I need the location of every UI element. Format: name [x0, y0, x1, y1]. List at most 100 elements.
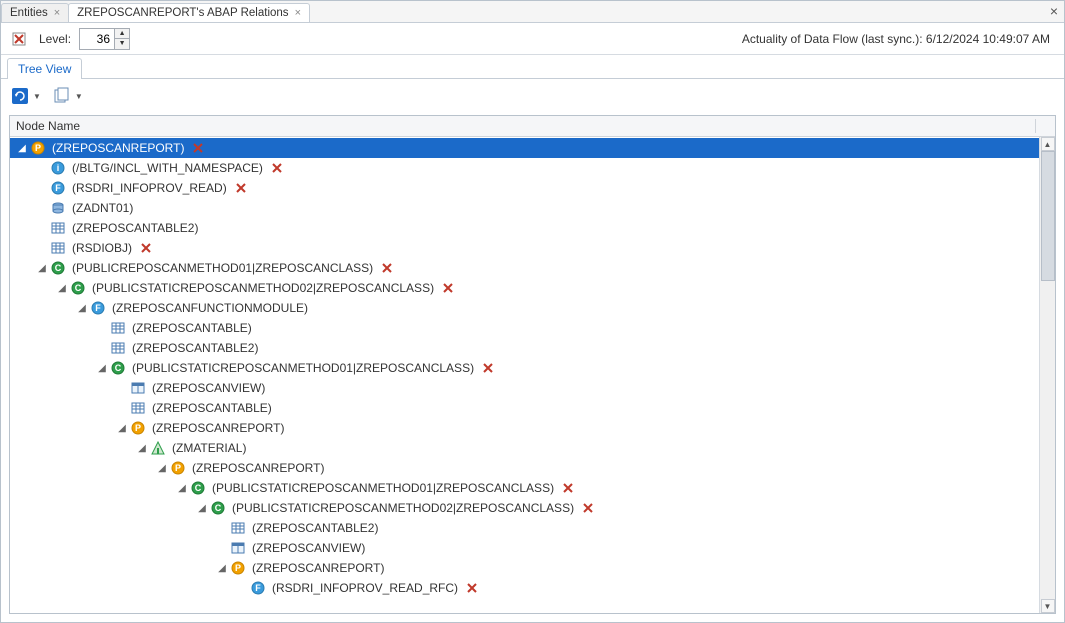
spinner-up-icon[interactable]: ▲ [115, 29, 129, 39]
svg-text:F: F [55, 183, 61, 193]
tree-body[interactable]: ◢ P (ZREPOSCANREPORT) i (/BLTG/INCL_WITH_NAM… [10, 137, 1039, 613]
tree-header: Node Name [10, 116, 1055, 137]
tree-node[interactable]: ◢ C (PUBLICSTATICREPOSCANMETHOD02|ZREPOSCA… [10, 498, 1039, 518]
actuality-text: Actuality of Data Flow (last sync.): 6/1… [742, 32, 1054, 46]
tbl-icon [110, 340, 126, 356]
tree-node[interactable]: ◢ P (ZREPOSCANREPORT) [10, 138, 1039, 158]
tree-node[interactable]: ◢ F (ZREPOSCANFUNCTIONMODULE) [10, 298, 1039, 318]
tree-node[interactable]: ◢P(ZREPOSCANREPORT) [10, 418, 1039, 438]
class-icon: C [50, 260, 66, 276]
expand-toggle-icon[interactable]: ◢ [56, 283, 68, 294]
error-icon [379, 260, 395, 276]
svg-text:i: i [57, 163, 60, 173]
expand-toggle-icon[interactable]: ◢ [36, 263, 48, 274]
svg-text:F: F [95, 303, 101, 313]
expand-toggle-icon[interactable]: ◢ [116, 423, 128, 434]
node-label: (PUBLICSTATICREPOSCANMETHOD02|ZREPOSCANC… [230, 501, 576, 515]
tbl-icon [130, 400, 146, 416]
tree-node[interactable]: F(RSDRI_INFOPROV_READ_RFC) [10, 578, 1039, 598]
func-icon: F [50, 180, 66, 196]
scroll-down-icon[interactable]: ▼ [1041, 599, 1055, 613]
node-label: (ZREPOSCANVIEW) [150, 381, 267, 395]
tab-label: ZREPOSCANREPORT's ABAP Relations [77, 7, 288, 19]
class-icon: C [190, 480, 206, 496]
svg-text:P: P [135, 423, 141, 433]
error-icon [190, 140, 206, 156]
tree-node[interactable]: F (RSDRI_INFOPROV_READ) [10, 178, 1039, 198]
error-icon [233, 180, 249, 196]
node-label: (RSDRI_INFOPROV_READ_RFC) [270, 581, 460, 595]
expand-toggle-icon[interactable]: ◢ [96, 363, 108, 374]
expand-toggle-icon[interactable]: ◢ [136, 443, 148, 454]
svg-text:C: C [215, 503, 222, 513]
node-label: (ZREPOSCANTABLE2) [250, 521, 380, 535]
level-toolbar: Level: ▲ ▼ Actuality of Data Flow (last … [1, 23, 1064, 55]
svg-text:P: P [235, 563, 241, 573]
error-icon [560, 480, 576, 496]
scroll-track[interactable] [1041, 151, 1055, 599]
level-spinner[interactable]: ▲ ▼ [79, 28, 130, 50]
tree-node[interactable]: (ZREPOSCANTABLE) [10, 318, 1039, 338]
header-gutter [1035, 119, 1049, 133]
scroll-thumb[interactable] [1041, 151, 1055, 281]
tree-node[interactable]: (ZREPOSCANTABLE2) [10, 218, 1039, 238]
node-label: (ZREPOSCANREPORT) [50, 141, 186, 155]
tree-node[interactable]: ◢P(ZREPOSCANREPORT) [10, 458, 1039, 478]
document-tab-strip: Entities × ZREPOSCANREPORT's ABAP Relati… [1, 1, 1064, 23]
expand-toggle-icon[interactable]: ◢ [156, 463, 168, 474]
node-label: (PUBLICREPOSCANMETHOD01|ZREPOSCANCLASS) [70, 261, 375, 275]
tree-node[interactable]: ◢C (PUBLICREPOSCANMETHOD01|ZREPOSCANCLASS… [10, 258, 1039, 278]
tree-node[interactable]: ◢(ZMATERIAL) [10, 438, 1039, 458]
tree-node[interactable]: ◢C (PUBLICSTATICREPOSCANMETHOD01|ZREPOSCA… [10, 478, 1039, 498]
svg-text:P: P [35, 143, 41, 153]
error-icon [480, 360, 496, 376]
scroll-up-icon[interactable]: ▲ [1041, 137, 1055, 151]
tree-node[interactable]: (RSDIOBJ) [10, 238, 1039, 258]
node-label: (ZREPOSCANTABLE2) [130, 341, 260, 355]
close-icon[interactable]: × [54, 8, 60, 19]
tree-node[interactable]: (ZADNT01) [10, 198, 1039, 218]
vertical-scrollbar[interactable]: ▲ ▼ [1039, 137, 1055, 613]
expand-toggle-icon[interactable]: ◢ [16, 143, 28, 154]
expand-toggle-icon[interactable]: ◢ [76, 303, 88, 314]
close-panel-icon[interactable]: × [1050, 3, 1058, 19]
subtab-tree-view[interactable]: Tree View [7, 58, 82, 79]
svg-text:P: P [175, 463, 181, 473]
expand-toggle-icon[interactable]: ◢ [176, 483, 188, 494]
class-icon: C [70, 280, 86, 296]
view-icon [230, 540, 246, 556]
tab-entities[interactable]: Entities × [1, 3, 69, 22]
tree-node[interactable]: (ZREPOSCANVIEW) [10, 538, 1039, 558]
tbl-icon [50, 240, 66, 256]
chevron-down-icon: ▼ [33, 92, 41, 101]
node-label: (RSDIOBJ) [70, 241, 134, 255]
expand-toggle-icon[interactable]: ◢ [216, 563, 228, 574]
node-label: (ZREPOSCANFUNCTIONMODULE) [110, 301, 310, 315]
node-label: (PUBLICSTATICREPOSCANMETHOD01|ZREPOSCANC… [130, 361, 476, 375]
tree-node[interactable]: ◢P(ZREPOSCANREPORT) [10, 558, 1039, 578]
tree-node[interactable]: i (/BLTG/INCL_WITH_NAMESPACE) [10, 158, 1039, 178]
tree-node[interactable]: (ZREPOSCANTABLE2) [10, 338, 1039, 358]
level-input[interactable] [80, 30, 114, 48]
expand-toggle-icon[interactable]: ◢ [196, 503, 208, 514]
close-icon[interactable]: × [295, 8, 301, 19]
tree-node[interactable]: ◢C(PUBLICSTATICREPOSCANMETHOD02|ZREPOSCA… [10, 278, 1039, 298]
spinner-down-icon[interactable]: ▼ [115, 39, 129, 49]
error-icon [269, 160, 285, 176]
tree-node[interactable]: ◢C(PUBLICSTATICREPOSCANMETHOD01|ZREPOSCA… [10, 358, 1039, 378]
tab-relations[interactable]: ZREPOSCANREPORT's ABAP Relations × [68, 3, 310, 22]
prog-icon: P [170, 460, 186, 476]
export-button[interactable]: ▼ [53, 87, 83, 105]
refresh-button[interactable]: ▼ [11, 87, 41, 105]
tree-node[interactable]: (ZREPOSCANTABLE2) [10, 518, 1039, 538]
class-icon: C [210, 500, 226, 516]
node-label: (/BLTG/INCL_WITH_NAMESPACE) [70, 161, 265, 175]
node-label: (RSDRI_INFOPROV_READ) [70, 181, 229, 195]
error-icon [440, 280, 456, 296]
tree-node[interactable]: (ZREPOSCANVIEW) [10, 378, 1039, 398]
delete-icon[interactable] [11, 31, 27, 47]
subtab-label: Tree View [18, 62, 71, 76]
tree-node[interactable]: (ZREPOSCANTABLE) [10, 398, 1039, 418]
node-label: (PUBLICSTATICREPOSCANMETHOD01|ZREPOSCANC… [210, 481, 556, 495]
column-header-node-name[interactable]: Node Name [16, 119, 1035, 133]
